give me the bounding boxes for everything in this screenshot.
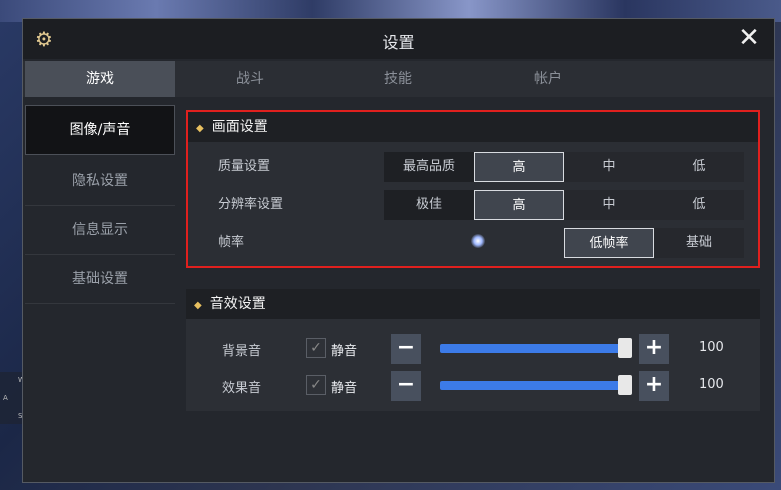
bgm-mute-label: 静音 — [331, 344, 358, 359]
tab-combat[interactable]: 战斗 — [175, 61, 325, 97]
bgm-volume-slider[interactable] — [440, 344, 625, 353]
tab-bar: 游戏 战斗 技能 帐户 — [23, 61, 774, 97]
diamond-icon: ◆ — [194, 300, 202, 311]
bgm-volume-value: 100 — [699, 340, 724, 355]
sfx-label: 效果音 — [222, 381, 262, 396]
framerate-label: 帧率 — [218, 235, 245, 250]
tab-account[interactable]: 帐户 — [473, 61, 623, 97]
graphics-settings-panel: ◆ 画面设置 质量设置 最高品质 高 中 低 分辨率设置 极佳 高 中 低 帧率 … — [186, 110, 760, 268]
resolution-option-high[interactable]: 高 — [474, 190, 564, 220]
sidebar: 图像/声音 隐私设置 信息显示 基础设置 — [25, 105, 175, 304]
diamond-icon: ◆ — [196, 123, 204, 134]
sfx-mute-label: 静音 — [331, 381, 358, 396]
quality-option-medium[interactable]: 中 — [564, 152, 654, 182]
bgm-decrease-button[interactable]: − — [391, 334, 421, 364]
bgm-mute-checkbox[interactable]: ✓ — [306, 338, 326, 358]
resolution-option-low[interactable]: 低 — [654, 190, 744, 220]
sidebar-item-privacy[interactable]: 隐私设置 — [25, 157, 175, 206]
quality-option-low[interactable]: 低 — [654, 152, 744, 182]
framerate-option-low[interactable]: 低帧率 — [564, 228, 654, 258]
graphics-header-label: 画面设置 — [211, 119, 268, 135]
quality-row: 质量设置 最高品质 高 中 低 — [188, 149, 758, 185]
tab-game[interactable]: 游戏 — [25, 61, 175, 97]
framerate-option-basic[interactable]: 基础 — [654, 228, 744, 258]
compass-a: A — [3, 394, 8, 402]
sfx-volume-value: 100 — [699, 377, 724, 392]
sidebar-item-graphics-sound[interactable]: 图像/声音 — [25, 105, 175, 155]
sfx-mute-checkbox[interactable]: ✓ — [306, 375, 326, 395]
sfx-volume-slider[interactable] — [440, 381, 625, 390]
audio-header: ◆ 音效设置 — [186, 289, 760, 319]
bgm-row: 背景音 ✓ 静音 − + 100 — [186, 334, 760, 364]
loading-spinner-icon — [471, 234, 485, 248]
bgm-increase-button[interactable]: + — [639, 334, 669, 364]
framerate-row: 帧率 低帧率 基础 — [188, 225, 758, 261]
audio-header-label: 音效设置 — [209, 296, 266, 312]
sidebar-item-basic[interactable]: 基础设置 — [25, 255, 175, 304]
close-icon[interactable]: ✕ — [736, 25, 762, 51]
quality-option-max[interactable]: 最高品质 — [384, 152, 474, 182]
title-bar: ⚙ 设置 ✕ — [23, 19, 774, 59]
graphics-header: ◆ 画面设置 — [188, 112, 758, 142]
sfx-decrease-button[interactable]: − — [391, 371, 421, 401]
sfx-row: 效果音 ✓ 静音 − + 100 — [186, 371, 760, 401]
resolution-row: 分辨率设置 极佳 高 中 低 — [188, 187, 758, 223]
sidebar-item-info-display[interactable]: 信息显示 — [25, 206, 175, 255]
resolution-label: 分辨率设置 — [218, 197, 284, 212]
tab-skills[interactable]: 技能 — [323, 61, 473, 97]
window-title: 设置 — [382, 33, 415, 52]
bgm-slider-handle[interactable] — [618, 338, 632, 358]
sfx-increase-button[interactable]: + — [639, 371, 669, 401]
resolution-option-medium[interactable]: 中 — [564, 190, 654, 220]
resolution-option-best[interactable]: 极佳 — [384, 190, 474, 220]
quality-option-high[interactable]: 高 — [474, 152, 564, 182]
settings-window: ⚙ 设置 ✕ 游戏 战斗 技能 帐户 图像/声音 隐私设置 信息显示 基础设置 … — [22, 18, 775, 483]
quality-label: 质量设置 — [218, 159, 271, 174]
bgm-label: 背景音 — [222, 344, 262, 359]
audio-settings-panel: ◆ 音效设置 背景音 ✓ 静音 − + 100 效果音 ✓ 静音 − + 100 — [186, 289, 760, 411]
sfx-slider-handle[interactable] — [618, 375, 632, 395]
